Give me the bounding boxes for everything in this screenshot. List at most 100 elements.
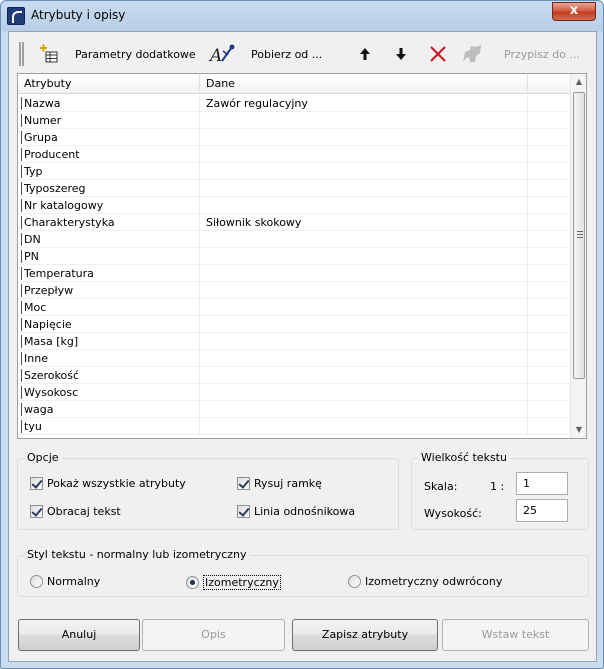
close-button[interactable]: x (552, 2, 596, 21)
attribute-name-cell[interactable]: DN (18, 231, 200, 248)
attribute-name-cell[interactable]: Charakterystyka (18, 214, 200, 231)
table-row[interactable]: Napięcie (18, 316, 571, 333)
rotate-text-checkbox[interactable]: Obracaj tekst (30, 505, 121, 518)
attribute-name-cell[interactable]: Typoszereg (18, 180, 200, 197)
attribute-name-cell[interactable]: Przepływ (18, 282, 200, 299)
dialog-client-area: Parametry dodatkowe A Pobierz od ... Prz… (8, 31, 597, 662)
attribute-value-cell[interactable] (200, 112, 528, 129)
attribute-name-cell[interactable]: Typ (18, 163, 200, 180)
move-up-button[interactable] (357, 40, 373, 68)
scale-input[interactable] (516, 472, 568, 495)
assign-to-button[interactable]: Przypisz do ... (461, 40, 580, 68)
description-button[interactable]: Opis (142, 619, 285, 651)
table-row[interactable]: Numer (18, 112, 571, 129)
attribute-value-cell[interactable] (200, 163, 528, 180)
attribute-name-cell[interactable]: Inne (18, 350, 200, 367)
attribute-value-cell[interactable] (200, 418, 528, 435)
attribute-value-cell[interactable] (200, 350, 528, 367)
checkbox-box[interactable] (30, 477, 43, 490)
table-row[interactable]: Moc (18, 299, 571, 316)
move-down-button[interactable] (393, 40, 409, 68)
table-row[interactable]: Przepływ (18, 282, 571, 299)
table-row[interactable]: Temperatura (18, 265, 571, 282)
attribute-value-cell[interactable] (200, 384, 528, 401)
table-row[interactable]: PN (18, 248, 571, 265)
scroll-grip-icon (577, 231, 583, 238)
draw-frame-checkbox[interactable]: Rysuj ramkę (237, 477, 322, 490)
attribute-name-cell[interactable]: Numer (18, 112, 200, 129)
fetch-from-button[interactable]: A Pobierz od ... (208, 40, 322, 68)
toolbar: Parametry dodatkowe A Pobierz od ... Prz… (17, 40, 592, 70)
attribute-name-cell[interactable]: Masa [kg] (18, 333, 200, 350)
radio-normal[interactable]: Normalny (30, 575, 100, 588)
attribute-value-cell[interactable] (200, 401, 528, 418)
table-row[interactable]: Masa [kg] (18, 333, 571, 350)
table-row[interactable]: Charakterystyka Siłownik skokowy (18, 214, 571, 231)
attribute-name-cell[interactable]: Szerokość (18, 367, 200, 384)
attribute-value-cell[interactable] (200, 299, 528, 316)
table-row[interactable]: DN (18, 231, 571, 248)
checkbox-box[interactable] (30, 505, 43, 518)
attribute-name-cell[interactable]: Napięcie (18, 316, 200, 333)
attribute-value-cell[interactable] (200, 197, 528, 214)
table-row[interactable]: Inne (18, 350, 571, 367)
title-bar[interactable]: Atrybuty i opisy x (1, 1, 603, 31)
attribute-value-cell[interactable] (200, 282, 528, 299)
attribute-name-cell[interactable]: Wysokosc (18, 384, 200, 401)
attribute-value-cell[interactable] (200, 265, 528, 282)
attribute-name-cell[interactable]: tyu (18, 418, 200, 435)
save-attributes-button[interactable]: Zapisz atrybuty (292, 619, 438, 651)
table-row[interactable]: Grupa (18, 129, 571, 146)
attribute-name-cell[interactable]: Nr katalogowy (18, 197, 200, 214)
scroll-up-arrow-icon[interactable]: ▲ (571, 74, 587, 90)
attribute-value-cell[interactable]: Zawór regulacyjny (200, 95, 528, 112)
radio-isometric[interactable]: Izometryczny (186, 575, 281, 590)
scroll-thumb[interactable] (573, 92, 585, 379)
radio-circle[interactable] (186, 576, 199, 589)
table-row[interactable]: Nr katalogowy (18, 197, 571, 214)
attribute-name-cell[interactable]: waga (18, 401, 200, 418)
attribute-name-cell[interactable]: Producent (18, 146, 200, 163)
column-header-data[interactable]: Dane (200, 74, 528, 94)
add-params-button[interactable]: Parametry dodatkowe (39, 40, 196, 68)
scroll-down-arrow-icon[interactable]: ▼ (571, 422, 587, 438)
table-row[interactable]: Wysokosc (18, 384, 571, 401)
cancel-button[interactable]: Anuluj (18, 619, 140, 651)
attribute-name-cell[interactable]: PN (18, 248, 200, 265)
checkbox-box[interactable] (237, 505, 250, 518)
insert-text-button[interactable]: Wstaw tekst (442, 619, 589, 651)
toolbar-grip[interactable] (19, 42, 24, 66)
attribute-value-cell[interactable] (200, 231, 528, 248)
table-row[interactable]: Nazwa Zawór regulacyjny (18, 95, 571, 112)
leader-line-checkbox[interactable]: Linia odnośnikowa (237, 505, 355, 518)
column-header-attributes[interactable]: Atrybuty (18, 74, 200, 94)
attribute-name-cell[interactable]: Grupa (18, 129, 200, 146)
table-row[interactable]: tyu (18, 418, 571, 435)
attribute-value-cell[interactable] (200, 367, 528, 384)
attribute-value-cell[interactable] (200, 146, 528, 163)
table-row[interactable]: Szerokość (18, 367, 571, 384)
delete-button[interactable] (429, 40, 447, 68)
radio-circle[interactable] (348, 575, 361, 588)
attributes-grid[interactable]: Atrybuty Dane Nazwa Zawór regulacyjny Nume… (17, 73, 587, 439)
table-row[interactable]: Typ (18, 163, 571, 180)
table-row[interactable]: Typoszereg (18, 180, 571, 197)
radio-circle[interactable] (30, 575, 43, 588)
attribute-name-cell[interactable]: Nazwa (18, 95, 200, 112)
attribute-value-cell[interactable] (200, 129, 528, 146)
height-input[interactable] (516, 499, 568, 522)
attribute-value-cell[interactable] (200, 316, 528, 333)
attribute-value-cell[interactable] (200, 180, 528, 197)
attribute-value-cell[interactable]: Siłownik skokowy (200, 214, 528, 231)
show-all-attributes-checkbox[interactable]: Pokaż wszystkie atrybuty (30, 477, 186, 490)
table-row[interactable]: Producent (18, 146, 571, 163)
attribute-value-cell[interactable] (200, 333, 528, 350)
grid-vertical-scrollbar[interactable]: ▲ ▼ (570, 74, 586, 438)
attribute-value-cell[interactable] (200, 248, 528, 265)
attribute-name-cell[interactable]: Temperatura (18, 265, 200, 282)
checkbox-box[interactable] (237, 477, 250, 490)
table-row[interactable]: waga (18, 401, 571, 418)
radio-isometric-reversed[interactable]: Izometryczny odwrócony (348, 575, 502, 588)
grid-rows: Nazwa Zawór regulacyjny Numer Grupa Producen… (18, 95, 571, 435)
attribute-name-cell[interactable]: Moc (18, 299, 200, 316)
